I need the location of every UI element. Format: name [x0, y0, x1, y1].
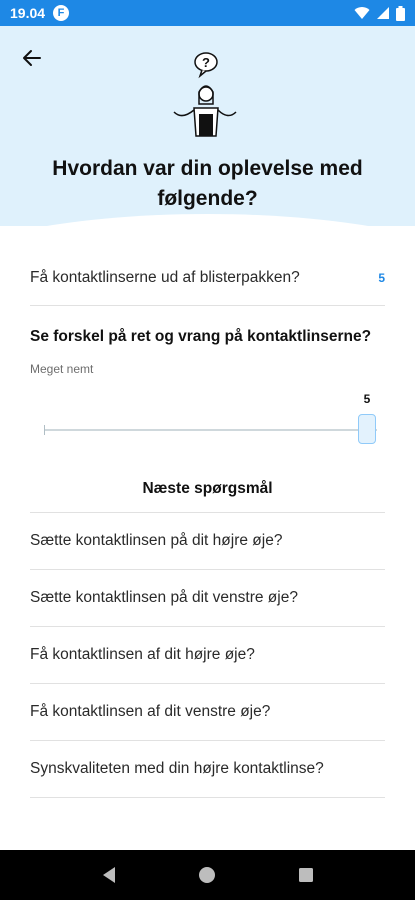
recents-square-icon: [298, 868, 313, 882]
status-bar: 19.04 F: [0, 0, 415, 26]
next-question-item[interactable]: Få kontaktlinsen af dit venstre øje?: [30, 684, 385, 741]
slider-track[interactable]: [44, 429, 377, 431]
slider-thumb[interactable]: [358, 414, 376, 444]
next-question-item[interactable]: Sætte kontaktlinsen på dit højre øje?: [30, 513, 385, 570]
slider-min-tick: [44, 425, 45, 435]
slider-value: 5: [363, 392, 371, 406]
answered-question-label: Få kontaktlinserne ud af blisterpakken?: [30, 268, 300, 286]
arrow-left-icon: [23, 50, 41, 66]
confused-person-illustration: ?: [173, 52, 237, 137]
system-nav-bar: [0, 850, 415, 900]
next-questions-heading: Næste spørgsmål: [30, 480, 385, 513]
status-icons: [354, 5, 405, 21]
answered-question-score: 5: [378, 270, 385, 285]
nav-home-button[interactable]: [192, 860, 222, 890]
answered-question-row[interactable]: Få kontaktlinserne ud af blisterpakken? …: [30, 250, 385, 306]
slider-caption: Meget nemt: [30, 362, 94, 376]
next-question-item[interactable]: Synskvaliteten med din højre kontaktlins…: [30, 741, 385, 798]
next-question-item[interactable]: Sætte kontaktlinsen på dit venstre øje?: [30, 570, 385, 627]
status-time: 19.04: [10, 5, 46, 21]
survey-content: Få kontaktlinserne ud af blisterpakken? …: [30, 250, 385, 798]
wifi-icon: [354, 7, 370, 20]
nav-back-button[interactable]: [94, 860, 124, 890]
back-triangle-icon: [103, 867, 116, 883]
back-button[interactable]: [18, 44, 46, 72]
header-curve: [0, 214, 415, 226]
page-title: Hvordan var din oplevelse med følgende?: [52, 157, 363, 210]
current-question: Se forskel på ret og vrang på kontaktlin…: [30, 328, 372, 345]
rating-slider[interactable]: 5: [30, 386, 385, 456]
next-question-item[interactable]: Få kontaktlinsen af dit højre øje?: [30, 627, 385, 684]
nav-recents-button[interactable]: [291, 860, 321, 890]
battery-icon: [396, 5, 405, 21]
home-circle-icon: [199, 867, 216, 883]
signal-icon: [377, 7, 389, 19]
header: ? Hvordan var din oplevelse med følgende…: [0, 26, 415, 226]
app-notification-icon: F: [53, 5, 70, 21]
question-mark: ?: [202, 55, 210, 70]
